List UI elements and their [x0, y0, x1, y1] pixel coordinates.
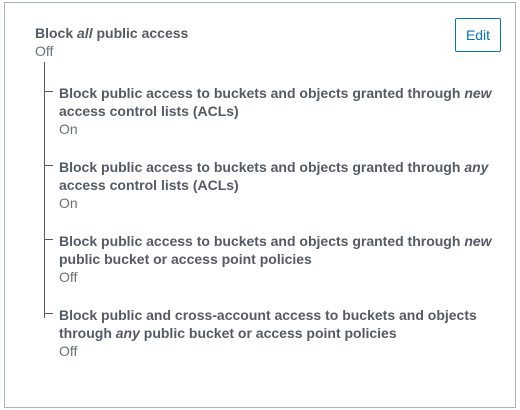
- edit-button[interactable]: Edit: [455, 18, 501, 52]
- setting-title: Block public access to buckets and objec…: [59, 84, 504, 120]
- setting-status: On: [59, 121, 78, 137]
- setting-title-text: public bucket or access point policies: [139, 325, 397, 341]
- setting-title-emphasis: new: [464, 233, 492, 249]
- tree-branch: [44, 165, 53, 166]
- block-public-access-panel: Block all public access Off Edit Block p…: [4, 2, 516, 408]
- setting-title-text: Block public access to buckets and objec…: [59, 233, 465, 249]
- setting-new-policies: Block public access to buckets and objec…: [59, 232, 504, 286]
- setting-title-text: through: [59, 325, 116, 341]
- title-text-end: public access: [92, 25, 189, 41]
- tree-branch: [44, 91, 53, 92]
- setting-title-text: Block public and cross-account access to…: [59, 307, 477, 323]
- setting-new-acls: Block public access to buckets and objec…: [59, 84, 504, 138]
- setting-status: Off: [59, 269, 78, 285]
- setting-title-emphasis: any: [115, 325, 140, 341]
- title-text-start: Block: [35, 25, 78, 41]
- title-emphasis: all: [77, 25, 93, 41]
- setting-title-text: access control lists (ACLs): [59, 177, 239, 193]
- setting-title-text: public bucket or access point policies: [59, 251, 312, 267]
- setting-status: Off: [59, 343, 78, 359]
- setting-title-emphasis: any: [464, 159, 489, 175]
- block-all-public-access-title: Block all public access: [35, 24, 188, 42]
- setting-title: Block public access to buckets and objec…: [59, 232, 504, 268]
- setting-status: On: [59, 195, 78, 211]
- tree-branch: [44, 239, 53, 240]
- setting-title-emphasis: new: [464, 85, 492, 101]
- block-all-public-access-status: Off: [35, 43, 54, 59]
- tree-connector-line: [44, 62, 45, 318]
- setting-title-text: access control lists (ACLs): [59, 103, 239, 119]
- setting-title-text: Block public access to buckets and objec…: [59, 85, 465, 101]
- setting-title: Block public and cross-account access to…: [59, 306, 504, 342]
- tree-branch: [44, 313, 53, 314]
- setting-any-acls: Block public access to buckets and objec…: [59, 158, 504, 212]
- setting-any-policies: Block public and cross-account access to…: [59, 306, 504, 360]
- setting-title-text: Block public access to buckets and objec…: [59, 159, 465, 175]
- setting-title: Block public access to buckets and objec…: [59, 158, 504, 194]
